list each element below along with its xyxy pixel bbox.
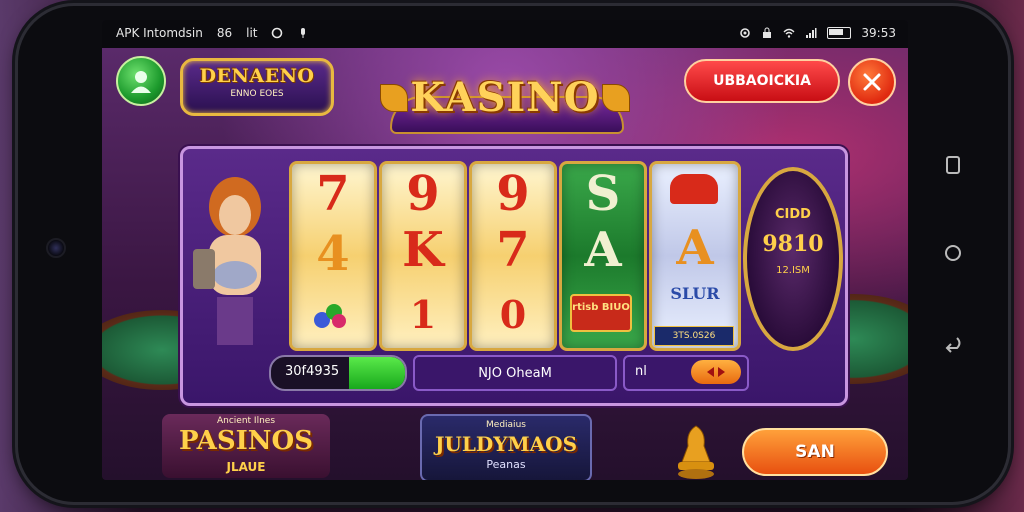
logo-left-title: DENAENO <box>199 65 315 87</box>
wifi-icon <box>783 28 795 38</box>
slot-icon <box>670 174 718 204</box>
battery-icon <box>827 27 852 39</box>
balance-display: 30f4935 <box>269 355 407 391</box>
message-display: NJO OheaM <box>413 355 617 391</box>
reel-2-middle-symbol: K <box>402 222 444 278</box>
location-icon <box>740 28 751 38</box>
reel-4-top-symbol: S <box>585 166 621 222</box>
balance-fill <box>348 357 405 389</box>
reel-5-bottom-symbol: SLUR <box>670 284 720 303</box>
game-area: DENAENO ENNO EOES KASINO UBBAOICKIA 7 4 … <box>102 48 908 480</box>
home-icon[interactable] <box>942 242 964 264</box>
navigation-bar <box>928 6 988 502</box>
profile-button[interactable] <box>116 56 166 106</box>
character-illustration <box>193 177 261 345</box>
reel-1: 7 4 <box>289 161 377 351</box>
reel-2-top-symbol: 9 <box>406 166 440 222</box>
controls-bar: 30f4935 NJO OheaM nl <box>187 349 839 395</box>
phone-screen: APK Intomdsin 86 lit 39:53 DENAENO ENNO … <box>102 20 908 480</box>
reel-3-bottom-symbol: 0 <box>499 292 527 337</box>
close-button[interactable] <box>848 58 896 106</box>
user-icon <box>131 71 151 93</box>
leaf-left-icon <box>380 84 408 112</box>
phone-frame: APK Intomdsin 86 lit 39:53 DENAENO ENNO … <box>18 6 1008 502</box>
reel-1-top-symbol: 7 <box>316 166 350 222</box>
main-logo: KASINO <box>380 56 630 138</box>
lock-icon <box>763 27 772 38</box>
reel-4-bottom-symbol: rtisb BIUO <box>570 294 632 332</box>
reel-5-middle-symbol: A <box>676 220 714 276</box>
promo-2-subtitle-bottom: Peanas <box>486 458 526 471</box>
promo-card-2[interactable]: Mediaius JULDYMAOS Peanas <box>420 414 592 480</box>
status-extra: 86 <box>216 26 233 40</box>
status-app-title: APK Intomdsin <box>116 26 203 40</box>
arrows-icon <box>707 367 725 377</box>
promo-1-subtitle-bottom: JLAUE <box>226 460 266 474</box>
promo-card-1[interactable]: Ancient Ilnes PASINOS JLAUE <box>162 414 330 478</box>
reel-footer-badge: 3TS.0S26 <box>654 326 734 346</box>
main-logo-text: KASINO <box>410 73 600 121</box>
reel-1-middle-symbol: 4 <box>316 226 350 282</box>
promo-2-title: JULDYMAOS <box>434 432 578 456</box>
status-time: 39:53 <box>861 26 896 40</box>
top-right-button[interactable]: UBBAOICKIA <box>684 59 840 103</box>
reel-4: S A rtisb BIUO <box>559 161 647 351</box>
jackpot-line-3: 12.ISM <box>776 265 810 276</box>
sync-icon <box>272 27 283 39</box>
mic-icon <box>301 28 306 38</box>
back-icon[interactable] <box>942 332 964 354</box>
reel-5: A SLUR 3TS.0S26 <box>649 161 741 351</box>
reel-2: 9 K 1 <box>379 161 467 351</box>
reel-3-top-symbol: 9 <box>496 166 530 222</box>
status-bar: APK Intomdsin 86 lit 39:53 <box>102 20 908 48</box>
logo-left: DENAENO ENNO EOES <box>180 58 334 116</box>
promo-1-title: PASINOS <box>179 426 313 456</box>
status-extra-2: lit <box>246 26 258 40</box>
reel-3-middle-symbol: 7 <box>496 222 530 278</box>
leaf-right-icon <box>602 84 630 112</box>
recent-apps-icon[interactable] <box>942 154 964 176</box>
camera-icon <box>46 238 66 258</box>
reel-4-middle-symbol: A <box>584 222 622 278</box>
reel-3: 9 7 0 <box>469 161 557 351</box>
jackpot-line-2: 9810 <box>762 231 824 257</box>
jackpot-wheel: CIDD 9810 12.ISM <box>743 167 843 351</box>
spin-button[interactable]: SAN <box>742 428 888 476</box>
balance-value: 30f4935 <box>285 364 340 379</box>
bet-control[interactable]: nl <box>623 355 749 391</box>
promo-1-subtitle-top: Ancient Ilnes <box>216 416 276 426</box>
golden-bell-icon <box>678 425 714 479</box>
logo-left-subtitle: ENNO EOES <box>230 89 284 99</box>
signal-icon <box>806 28 817 38</box>
reel-2-bottom-symbol: 1 <box>409 292 437 337</box>
slot-machine: 7 4 9 K 1 9 7 0 S A rtisb BIUO A SLUR 3T… <box>180 146 848 406</box>
gems-icon <box>314 304 348 334</box>
bet-label: nl <box>635 364 647 379</box>
promo-2-subtitle-top: Mediaius <box>486 420 526 430</box>
close-icon <box>863 73 881 91</box>
bet-arrows-button[interactable] <box>691 360 741 384</box>
jackpot-line-1: CIDD <box>775 207 811 222</box>
